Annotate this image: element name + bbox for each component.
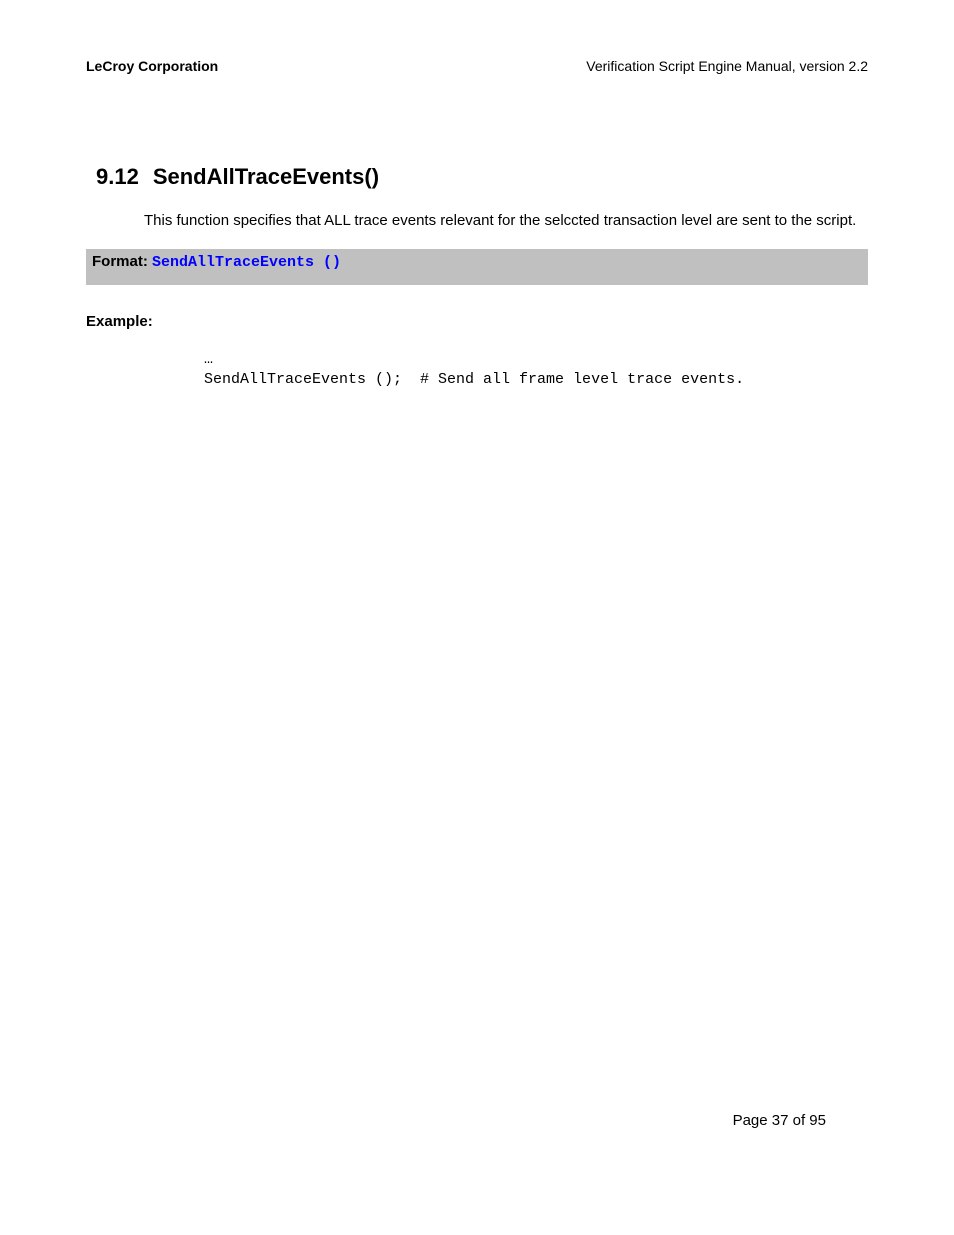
section-heading: 9.12 SendAllTraceEvents() (96, 164, 868, 190)
example-label: Example: (86, 313, 868, 330)
page-header: LeCroy Corporation Verification Script E… (86, 58, 868, 74)
page-container: LeCroy Corporation Verification Script E… (0, 0, 954, 1235)
section-description: This function specifies that ALL trace e… (86, 210, 868, 231)
example-code: … SendAllTraceEvents (); # Send all fram… (204, 350, 868, 389)
section-title: SendAllTraceEvents() (153, 164, 379, 189)
page-footer: Page 37 of 95 (733, 1112, 826, 1129)
code-line-1: … (204, 351, 213, 368)
format-bar: Format: SendAllTraceEvents () (86, 249, 868, 285)
code-line-2: SendAllTraceEvents (); # Send all frame … (204, 371, 744, 388)
description-text: This function specifies that ALL trace e… (144, 212, 856, 229)
section-number: 9.12 (96, 164, 139, 189)
format-code: SendAllTraceEvents () (152, 254, 341, 271)
header-manual-title: Verification Script Engine Manual, versi… (586, 58, 868, 74)
header-company: LeCroy Corporation (86, 58, 218, 74)
format-label: Format: (92, 253, 152, 270)
